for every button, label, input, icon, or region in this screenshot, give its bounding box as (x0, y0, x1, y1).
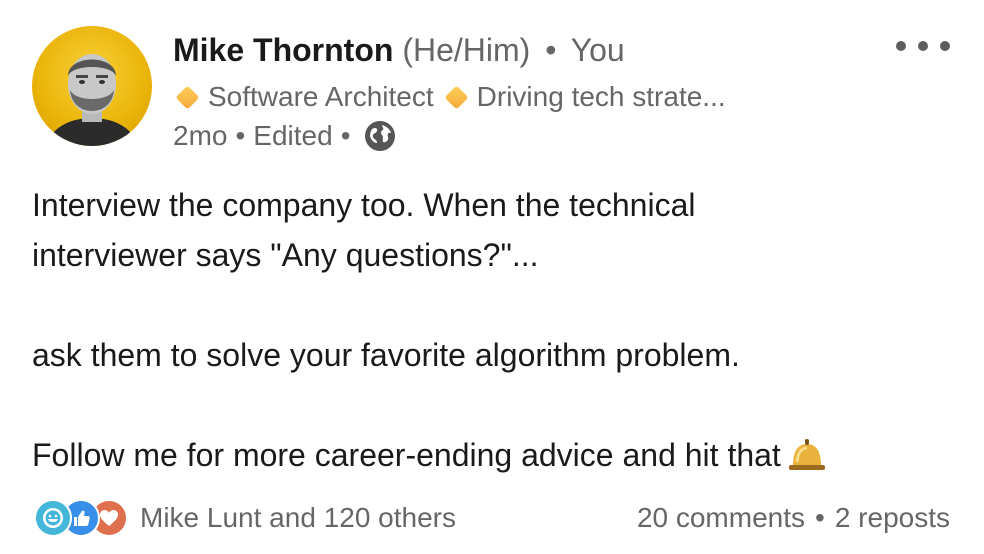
post-text-line: Follow me for more career-ending advice … (32, 437, 781, 473)
separator-dot: • (235, 120, 246, 151)
post-text-line: interviewer says "Any questions?"... (32, 237, 539, 273)
edited-label: Edited (253, 120, 333, 151)
author-line: Mike Thornton (He/Him) • You (173, 30, 625, 70)
author-pronouns: (He/Him) (402, 32, 531, 68)
post-timestamp[interactable]: 2mo (173, 118, 227, 154)
funny-reaction-icon (34, 499, 72, 537)
engagement-counts: 20 comments • 2 reposts (637, 500, 950, 536)
dot (918, 41, 928, 51)
headline-role: Software Architect (208, 81, 434, 112)
avatar-portrait (46, 54, 138, 146)
connection-degree: You (570, 32, 625, 68)
headline-tagline: Driving tech strate... (476, 81, 726, 112)
dot (896, 41, 906, 51)
bell-icon (788, 439, 825, 470)
author-headline: Software Architect Driving tech strate..… (173, 79, 726, 115)
post-body: Interview the company too. When the tech… (32, 180, 962, 480)
reactions-summary[interactable]: Mike Lunt and 120 others (34, 499, 456, 537)
comments-count[interactable]: 20 comments (637, 502, 805, 534)
reposts-count[interactable]: 2 reposts (835, 502, 950, 534)
diamond-icon (175, 84, 200, 110)
post-meta: 2mo • Edited • (173, 118, 397, 154)
globe-icon (364, 121, 395, 151)
author-name[interactable]: Mike Thornton (173, 32, 393, 68)
diamond-icon (444, 84, 469, 110)
separator-dot: • (815, 502, 825, 533)
post-text-line-with-emoji: Follow me for more career-ending advice … (32, 430, 962, 480)
author-avatar[interactable] (32, 26, 152, 146)
separator-dot: • (545, 32, 557, 68)
reactors-text[interactable]: Mike Lunt and 120 others (140, 502, 456, 534)
post-text-line: Interview the company too. When the tech… (32, 187, 696, 223)
feed-post: Mike Thornton (He/Him) • You Software Ar… (0, 0, 984, 554)
post-text-line: ask them to solve your favorite algorith… (32, 337, 740, 373)
more-options-icon[interactable] (896, 36, 950, 56)
dot (940, 41, 950, 51)
separator-dot: • (340, 120, 351, 151)
